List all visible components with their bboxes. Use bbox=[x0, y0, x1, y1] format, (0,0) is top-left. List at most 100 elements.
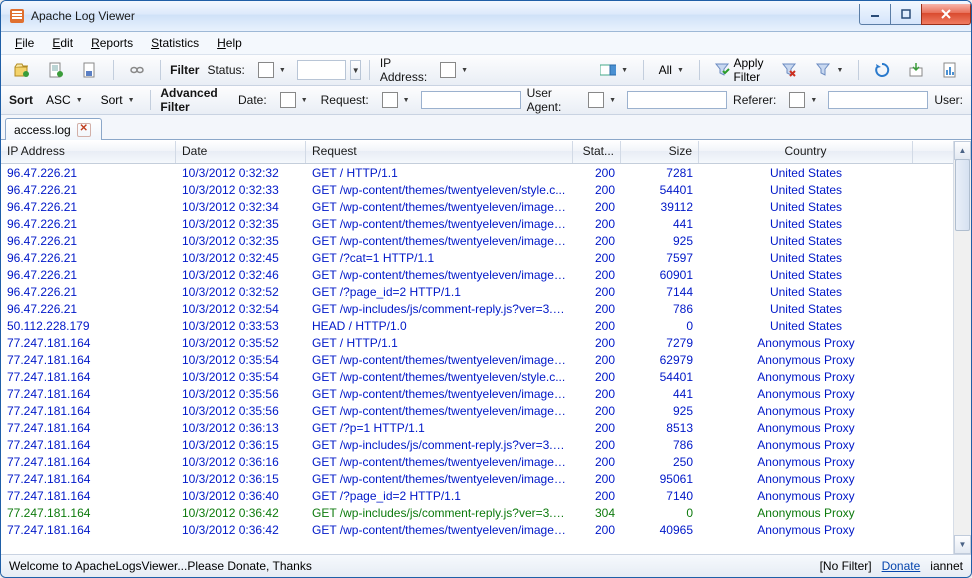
useragent-label: User Agent: bbox=[525, 86, 578, 114]
date-picker[interactable]: ▼ bbox=[273, 88, 315, 112]
cell-size: 786 bbox=[621, 302, 699, 316]
table-row[interactable]: 77.247.181.16410/3/2012 0:36:42GET /wp-c… bbox=[1, 521, 953, 538]
clear-filter-button[interactable] bbox=[774, 58, 804, 82]
tab-accesslog[interactable]: access.log ✕ bbox=[5, 118, 102, 140]
table-row[interactable]: 50.112.228.17910/3/2012 0:33:53HEAD / HT… bbox=[1, 317, 953, 334]
table-row[interactable]: 96.47.226.2110/3/2012 0:32:46GET /wp-con… bbox=[1, 266, 953, 283]
menu-edit[interactable]: Edit bbox=[44, 34, 81, 52]
scroll-thumb[interactable] bbox=[955, 159, 970, 231]
col-date[interactable]: Date bbox=[176, 141, 306, 163]
table-row[interactable]: 96.47.226.2110/3/2012 0:32:45GET /?cat=1… bbox=[1, 249, 953, 266]
table-row[interactable]: 77.247.181.16410/3/2012 0:36:15GET /wp-i… bbox=[1, 436, 953, 453]
table-row[interactable]: 77.247.181.16410/3/2012 0:36:40GET /?pag… bbox=[1, 487, 953, 504]
table-row[interactable]: 96.47.226.2110/3/2012 0:32:32GET / HTTP/… bbox=[1, 164, 953, 181]
cell-size: 95061 bbox=[621, 472, 699, 486]
cell-date: 10/3/2012 0:36:42 bbox=[176, 506, 306, 520]
referer-picker[interactable]: ▼ bbox=[782, 88, 824, 112]
export-button[interactable] bbox=[901, 58, 931, 82]
cell-country: United States bbox=[699, 285, 913, 299]
toolbar-sort: Sort ASC▼ Sort▼ Advanced Filter Date: ▼ … bbox=[1, 86, 971, 115]
link-button[interactable] bbox=[122, 58, 152, 82]
cell-ip: 77.247.181.164 bbox=[1, 387, 176, 401]
titlebar[interactable]: Apache Log Viewer bbox=[1, 1, 971, 32]
cell-status: 200 bbox=[573, 166, 621, 180]
menu-statistics[interactable]: Statistics bbox=[143, 34, 207, 52]
table-row[interactable]: 96.47.226.2110/3/2012 0:32:34GET /wp-con… bbox=[1, 198, 953, 215]
minimize-button[interactable] bbox=[859, 4, 891, 25]
sort-column-button[interactable]: Sort▼ bbox=[94, 88, 142, 112]
status-dropdown[interactable] bbox=[297, 60, 346, 80]
vertical-scrollbar[interactable]: ▲ ▼ bbox=[953, 141, 971, 554]
status-dropdown-arrow[interactable]: ▼ bbox=[350, 60, 361, 80]
col-request[interactable]: Request bbox=[306, 141, 573, 163]
maximize-button[interactable] bbox=[890, 4, 922, 25]
menu-reports[interactable]: Reports bbox=[83, 34, 141, 52]
cell-date: 10/3/2012 0:33:53 bbox=[176, 319, 306, 333]
cell-request: GET /wp-content/themes/twentyeleven/imag… bbox=[306, 217, 573, 231]
col-country[interactable]: Country bbox=[699, 141, 913, 163]
date-range-button[interactable]: ▼ bbox=[593, 58, 635, 82]
cell-status: 200 bbox=[573, 234, 621, 248]
cell-ip: 77.247.181.164 bbox=[1, 421, 176, 435]
save-button[interactable] bbox=[75, 58, 105, 82]
cell-size: 786 bbox=[621, 438, 699, 452]
table-row[interactable]: 96.47.226.2110/3/2012 0:32:33GET /wp-con… bbox=[1, 181, 953, 198]
report-button[interactable] bbox=[935, 58, 965, 82]
filter-settings-button[interactable]: ▼ bbox=[808, 58, 850, 82]
col-ip[interactable]: IP Address bbox=[1, 141, 176, 163]
cell-request: GET /wp-content/themes/twentyeleven/imag… bbox=[306, 523, 573, 537]
adv-filter-label: Advanced Filter bbox=[158, 86, 232, 114]
menu-file[interactable]: File bbox=[7, 34, 42, 52]
table-row[interactable]: 96.47.226.2110/3/2012 0:32:52GET /?page_… bbox=[1, 283, 953, 300]
cell-size: 7144 bbox=[621, 285, 699, 299]
scroll-up-icon[interactable]: ▲ bbox=[954, 141, 971, 160]
status-user: iannet bbox=[930, 559, 963, 573]
grid-body[interactable]: 96.47.226.2110/3/2012 0:32:32GET / HTTP/… bbox=[1, 164, 953, 554]
sort-asc-button[interactable]: ASC▼ bbox=[39, 88, 90, 112]
cell-date: 10/3/2012 0:35:54 bbox=[176, 353, 306, 367]
cell-size: 62979 bbox=[621, 353, 699, 367]
scroll-down-icon[interactable]: ▼ bbox=[954, 535, 971, 554]
cell-country: Anonymous Proxy bbox=[699, 421, 913, 435]
cell-request: GET /wp-content/themes/twentyeleven/imag… bbox=[306, 455, 573, 469]
cell-ip: 96.47.226.21 bbox=[1, 183, 176, 197]
reload-button[interactable] bbox=[867, 58, 897, 82]
status-color-picker[interactable]: ▼ bbox=[251, 58, 293, 82]
close-button[interactable] bbox=[921, 4, 971, 25]
table-row[interactable]: 77.247.181.16410/3/2012 0:36:16GET /wp-c… bbox=[1, 453, 953, 470]
cell-size: 7281 bbox=[621, 166, 699, 180]
table-row[interactable]: 96.47.226.2110/3/2012 0:32:35GET /wp-con… bbox=[1, 232, 953, 249]
table-row[interactable]: 96.47.226.2110/3/2012 0:32:35GET /wp-con… bbox=[1, 215, 953, 232]
table-row[interactable]: 77.247.181.16410/3/2012 0:35:54GET /wp-c… bbox=[1, 351, 953, 368]
table-row[interactable]: 77.247.181.16410/3/2012 0:35:54GET /wp-c… bbox=[1, 368, 953, 385]
refresh-button[interactable] bbox=[41, 58, 71, 82]
cell-size: 0 bbox=[621, 506, 699, 520]
tab-close-icon[interactable]: ✕ bbox=[77, 123, 91, 137]
donate-link[interactable]: Donate bbox=[882, 559, 921, 573]
all-button[interactable]: All▼ bbox=[652, 58, 691, 82]
request-picker[interactable]: ▼ bbox=[375, 88, 417, 112]
menu-help[interactable]: Help bbox=[209, 34, 250, 52]
request-input[interactable] bbox=[421, 91, 521, 109]
table-row[interactable]: 96.47.226.2110/3/2012 0:32:54GET /wp-inc… bbox=[1, 300, 953, 317]
open-button[interactable] bbox=[7, 58, 37, 82]
cell-date: 10/3/2012 0:35:54 bbox=[176, 370, 306, 384]
window-controls bbox=[860, 4, 971, 24]
table-row[interactable]: 77.247.181.16410/3/2012 0:35:56GET /wp-c… bbox=[1, 385, 953, 402]
table-row[interactable]: 77.247.181.16410/3/2012 0:36:15GET /wp-c… bbox=[1, 470, 953, 487]
table-row[interactable]: 77.247.181.16410/3/2012 0:35:56GET /wp-c… bbox=[1, 402, 953, 419]
useragent-input[interactable] bbox=[627, 91, 727, 109]
funnel-check-icon bbox=[714, 62, 730, 78]
col-size[interactable]: Size bbox=[621, 141, 699, 163]
useragent-picker[interactable]: ▼ bbox=[581, 88, 623, 112]
cell-ip: 77.247.181.164 bbox=[1, 370, 176, 384]
table-row[interactable]: 77.247.181.16410/3/2012 0:36:13GET /?p=1… bbox=[1, 419, 953, 436]
cell-date: 10/3/2012 0:35:52 bbox=[176, 336, 306, 350]
ip-color-picker[interactable]: ▼ bbox=[433, 58, 475, 82]
table-row[interactable]: 77.247.181.16410/3/2012 0:35:52GET / HTT… bbox=[1, 334, 953, 351]
referer-input[interactable] bbox=[828, 91, 928, 109]
cell-size: 7597 bbox=[621, 251, 699, 265]
table-row[interactable]: 77.247.181.16410/3/2012 0:36:42GET /wp-i… bbox=[1, 504, 953, 521]
col-status[interactable]: Stat... bbox=[573, 141, 621, 163]
apply-filter-button[interactable]: Apply Filter bbox=[707, 58, 770, 82]
